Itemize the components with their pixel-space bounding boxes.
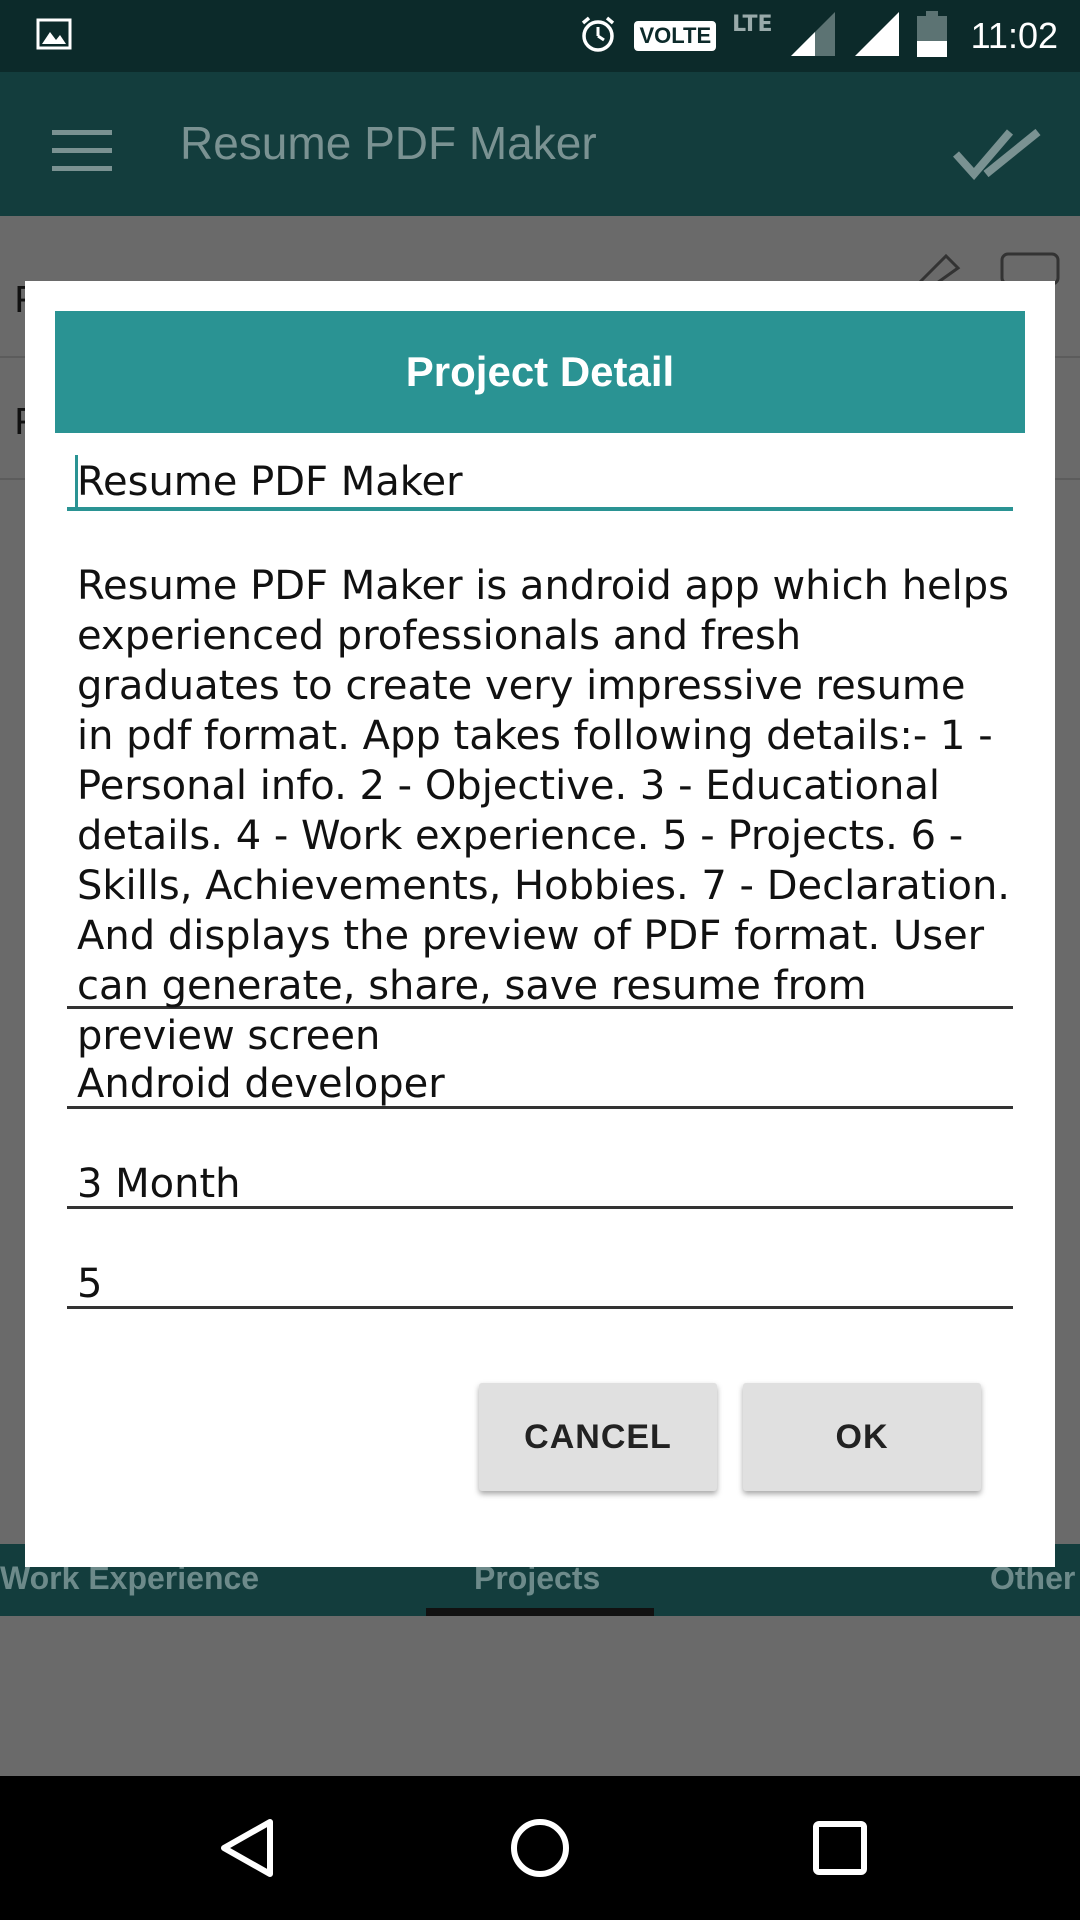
navigation-bar	[0, 1776, 1080, 1920]
home-icon[interactable]	[504, 1812, 576, 1888]
text-caret	[75, 455, 78, 509]
alarm-icon	[578, 14, 618, 58]
project-description-field[interactable]: Resume PDF Maker is android app which he…	[67, 561, 1013, 1059]
tab-indicator	[426, 1608, 654, 1616]
image-notification-icon	[36, 18, 72, 54]
ok-button[interactable]: OK	[743, 1383, 981, 1491]
clock: 11:02	[970, 15, 1058, 56]
duration-field[interactable]: 3 Month	[67, 1159, 1013, 1209]
app-title: Resume PDF Maker	[180, 117, 597, 169]
role-value: Android developer	[77, 1061, 445, 1107]
signal-weak-icon	[789, 10, 837, 62]
double-check-icon[interactable]	[952, 124, 1044, 184]
status-bar: VOLTE LTE 11:02	[0, 0, 1080, 72]
duration-value: 3 Month	[77, 1161, 241, 1207]
project-description-value: Resume PDF Maker is android app which he…	[77, 563, 1011, 1059]
cancel-button[interactable]: CANCEL	[479, 1383, 717, 1491]
team-size-field[interactable]: 5	[67, 1259, 1013, 1309]
project-detail-dialog: Project Detail Resume PDF Maker Resume P…	[25, 281, 1055, 1567]
signal-icon	[853, 10, 901, 62]
dialog-title: Project Detail	[55, 311, 1025, 433]
volte-badge: VOLTE	[634, 21, 717, 51]
project-name-value: Resume PDF Maker	[77, 459, 463, 505]
project-name-field[interactable]: Resume PDF Maker	[67, 451, 1013, 511]
back-icon[interactable]	[210, 1812, 282, 1888]
recents-icon[interactable]	[804, 1812, 876, 1888]
role-field[interactable]: Android developer	[67, 1059, 1013, 1109]
lte-label: LTE	[732, 11, 773, 37]
team-size-value: 5	[77, 1261, 103, 1307]
app-bar: Resume PDF Maker	[0, 72, 1080, 216]
battery-icon	[916, 11, 947, 61]
hamburger-menu-icon[interactable]	[52, 130, 112, 176]
